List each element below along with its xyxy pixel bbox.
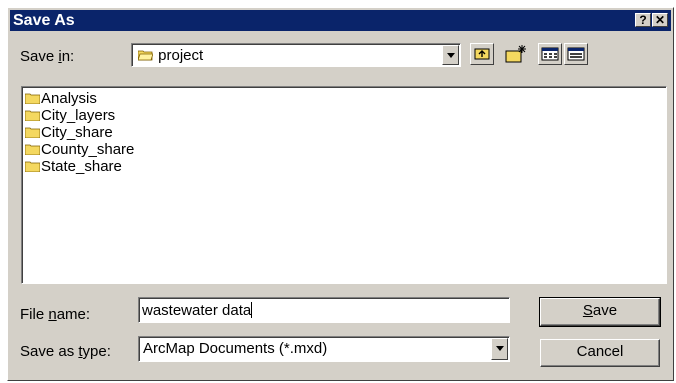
folder-icon xyxy=(25,161,40,172)
save-in-combo[interactable]: project xyxy=(131,43,461,67)
file-name-field[interactable]: wastewater data xyxy=(138,297,510,323)
save-as-type-dropdown-button[interactable] xyxy=(491,338,508,360)
help-button[interactable]: ? xyxy=(635,13,651,27)
list-view-icon xyxy=(541,47,559,61)
folder-icon xyxy=(25,93,40,104)
save-as-type-value: ArcMap Documents (*.mxd) xyxy=(143,340,328,357)
file-name-value: wastewater data xyxy=(142,302,252,319)
create-new-folder-icon xyxy=(505,45,526,63)
save-as-type-label: Save as type: xyxy=(20,343,111,360)
up-one-level-button[interactable] xyxy=(470,43,494,65)
details-view-icon xyxy=(567,47,585,61)
details-view-button[interactable] xyxy=(564,43,588,65)
list-view-button[interactable] xyxy=(538,43,562,65)
file-name-label: File name: xyxy=(20,306,91,323)
list-item[interactable]: State_share xyxy=(25,158,122,175)
file-list[interactable]: Analysis City_layers City_share County_s… xyxy=(21,86,667,284)
list-item[interactable]: City_share xyxy=(25,124,113,141)
save-as-type-combo[interactable]: ArcMap Documents (*.mxd) xyxy=(138,336,510,362)
new-folder-button[interactable] xyxy=(504,43,528,65)
list-item[interactable]: Analysis xyxy=(25,90,97,107)
save-in-value: project xyxy=(158,47,204,64)
save-as-dialog: Save As ? ✕ Save in: project Analysis Ci… xyxy=(7,7,674,381)
close-button[interactable]: ✕ xyxy=(652,13,668,27)
folder-icon xyxy=(25,144,40,155)
list-item[interactable]: City_layers xyxy=(25,107,115,124)
save-in-label: Save in: xyxy=(20,48,75,65)
list-item[interactable]: County_share xyxy=(25,141,134,158)
cancel-button[interactable]: Cancel xyxy=(540,339,660,367)
save-in-dropdown-button[interactable] xyxy=(442,45,459,65)
folder-icon xyxy=(25,110,40,121)
title-bar[interactable]: Save As ? ✕ xyxy=(10,10,671,31)
window-title: Save As xyxy=(13,12,75,29)
text-caret xyxy=(251,302,253,318)
save-button[interactable]: Save xyxy=(539,297,661,327)
open-folder-icon xyxy=(138,50,153,61)
folder-icon xyxy=(25,127,40,138)
up-one-level-icon xyxy=(474,48,490,60)
